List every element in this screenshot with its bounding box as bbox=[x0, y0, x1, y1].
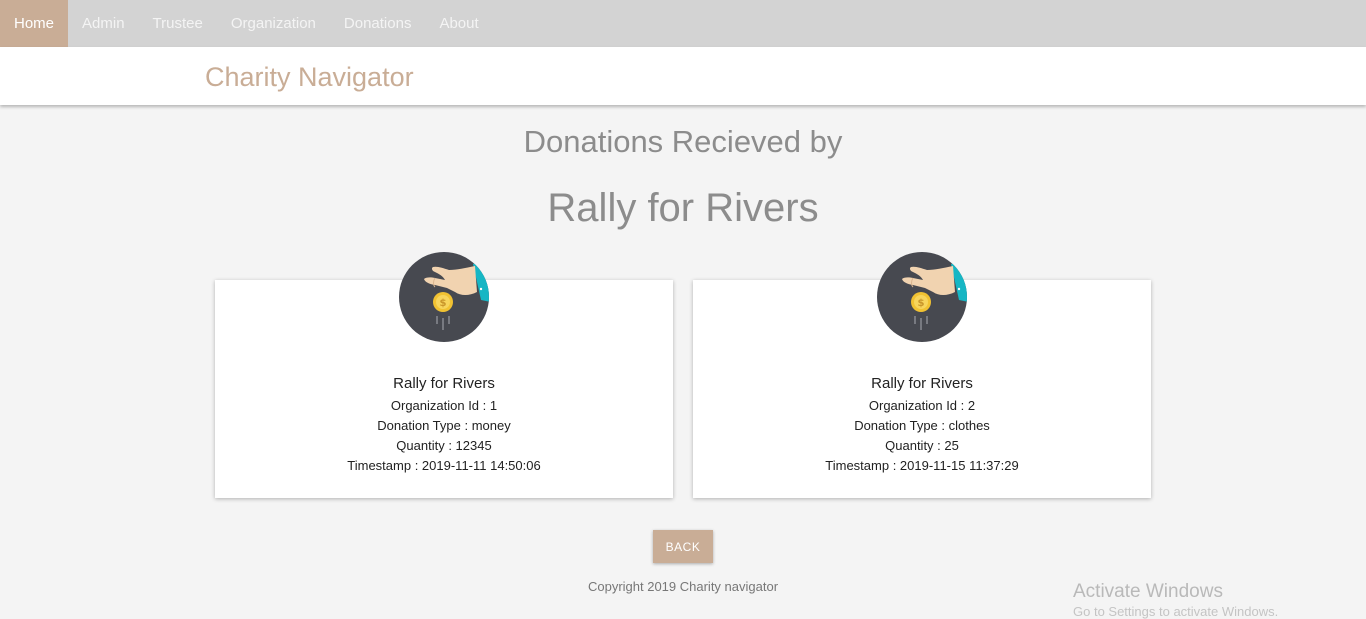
hand-coin-icon: $ bbox=[877, 252, 967, 342]
nav-organization[interactable]: Organization bbox=[217, 0, 330, 47]
back-button[interactable]: BACK bbox=[653, 530, 713, 563]
site-brand[interactable]: Charity Navigator bbox=[205, 62, 414, 93]
nav-about[interactable]: About bbox=[425, 0, 492, 47]
svg-text:$: $ bbox=[440, 298, 447, 309]
card-body: Rally for Rivers Organization Id : 2 Don… bbox=[693, 372, 1151, 476]
activate-windows-watermark: Activate Windows bbox=[1073, 581, 1223, 602]
donation-type: Donation Type : money bbox=[377, 418, 511, 433]
nav-home[interactable]: Home bbox=[0, 0, 69, 47]
card-body: Rally for Rivers Organization Id : 1 Don… bbox=[215, 372, 673, 476]
page-heading: Donations Recieved by bbox=[523, 124, 843, 159]
quantity: Quantity : 25 bbox=[885, 438, 959, 453]
nav-trustee[interactable]: Trustee bbox=[139, 0, 217, 47]
card-title: Rally for Rivers bbox=[871, 375, 973, 392]
donation-card: $ Rally for Rivers Organization Id : 2 D… bbox=[693, 252, 1151, 498]
nav-donations[interactable]: Donations bbox=[330, 0, 426, 47]
svg-text:$: $ bbox=[918, 298, 925, 309]
brand-bar: Charity Navigator bbox=[0, 47, 1366, 105]
card-title: Rally for Rivers bbox=[393, 375, 495, 392]
donation-type: Donation Type : clothes bbox=[854, 418, 990, 433]
organization-id: Organization Id : 2 bbox=[868, 398, 976, 413]
hand-coin-icon: $ bbox=[399, 252, 489, 342]
quantity: Quantity : 12345 bbox=[396, 438, 492, 453]
nav-admin[interactable]: Admin bbox=[68, 0, 139, 47]
timestamp: Timestamp : 2019-11-11 14:50:06 bbox=[347, 458, 541, 473]
top-navigation: Home Admin Trustee Organization Donation… bbox=[0, 0, 1366, 47]
organization-name: Rally for Rivers bbox=[547, 186, 819, 230]
donation-card: $ Rally for Rivers Organization Id : 1 D… bbox=[215, 252, 673, 498]
organization-id: Organization Id : 1 bbox=[390, 398, 498, 413]
timestamp: Timestamp : 2019-11-15 11:37:29 bbox=[825, 458, 1019, 473]
